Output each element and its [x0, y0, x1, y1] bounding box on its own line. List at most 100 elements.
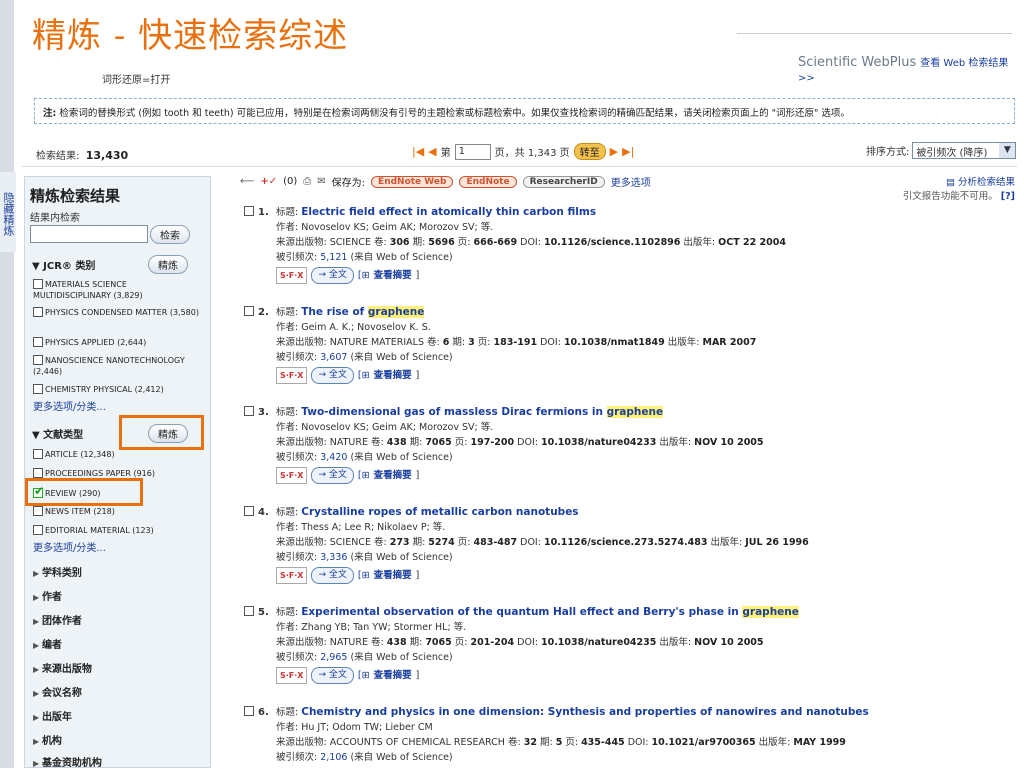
checkbox[interactable] [33, 468, 43, 478]
record-title-link[interactable]: Crystalline ropes of metallic carbon nan… [301, 506, 578, 518]
webplus-banner[interactable]: Scientific WebPlus 查看 Web 检索结果 >> [798, 54, 1024, 85]
next-page-icon[interactable]: ▶ [610, 145, 618, 158]
sfx-button[interactable]: S·F·X [276, 267, 308, 284]
checkbox[interactable] [244, 506, 254, 516]
record-number[interactable]: 1. [244, 205, 269, 220]
expand-icon[interactable]: [⊞ [358, 668, 370, 683]
sfx-button[interactable]: S·F·X [276, 467, 308, 484]
record-title-link[interactable]: Electric field effect in atomically thin… [301, 206, 596, 218]
checkbox[interactable] [244, 706, 254, 716]
checkbox[interactable] [244, 606, 254, 616]
view-abstract-link[interactable]: 查看摘要 [374, 568, 412, 583]
doctype-item[interactable]: EDITORIAL MATERIAL (123) [33, 525, 154, 536]
title-text: Experimental observation of the quantum … [301, 606, 743, 618]
doctype-section-label[interactable]: ▼ 文献类型 [32, 426, 83, 441]
page-input[interactable]: 1 [454, 143, 491, 160]
full-text-button[interactable]: → 全文 [311, 467, 354, 484]
jcr-item[interactable]: PHYSICS APPLIED (2,644) [33, 337, 205, 348]
times-cited-link[interactable]: 2,106 [320, 752, 347, 763]
email-icon[interactable]: ✉ [317, 176, 325, 187]
chevron-down-icon[interactable]: ▼ [999, 143, 1016, 158]
jcr-item-label: CHEMISTRY PHYSICAL (2,412) [45, 385, 164, 394]
record-title-link[interactable]: Chemistry and physics in one dimension: … [301, 706, 868, 718]
doctype-item[interactable]: NEWS ITEM (218) [33, 506, 115, 517]
times-cited-link[interactable]: 3,607 [320, 352, 347, 363]
last-page-icon[interactable]: ▶| [622, 145, 634, 158]
source-value: ACCOUNTS OF CHEMICAL RESEARCH [329, 737, 505, 748]
nav-conference[interactable]: 会议名称 [33, 684, 82, 699]
endnote-button[interactable]: EndNote [459, 175, 517, 188]
within-search-input[interactable] [30, 225, 148, 243]
prev-page-icon[interactable]: ◀ [428, 145, 436, 158]
checkbox[interactable] [33, 525, 43, 535]
checkbox[interactable] [244, 306, 254, 316]
marked-list-icon[interactable]: +✓ [260, 176, 277, 187]
nav-editor[interactable]: 编者 [33, 636, 62, 651]
checkbox[interactable] [33, 337, 43, 347]
checkbox[interactable] [33, 506, 43, 516]
expand-icon[interactable]: [⊞ [358, 368, 370, 383]
doctype-more-link[interactable]: 更多选项/分类... [33, 539, 106, 554]
record-number[interactable]: 4. [244, 505, 269, 520]
full-text-button[interactable]: → 全文 [311, 367, 354, 384]
nav-source[interactable]: 来源出版物 [33, 660, 92, 675]
select-arrow-icon[interactable]: ⟵ [240, 176, 254, 187]
jcr-section-label[interactable]: ▼ JCR® 类别 [32, 257, 95, 272]
sfx-button[interactable]: S·F·X [276, 667, 308, 684]
jcr-refine-button[interactable]: 精炼 [148, 255, 188, 274]
more-options-link[interactable]: 更多选项 [611, 174, 651, 189]
checkbox[interactable] [33, 355, 43, 365]
print-icon[interactable]: ⎙ [303, 176, 311, 187]
view-abstract-link[interactable]: 查看摘要 [374, 268, 412, 283]
hide-refine-tab[interactable]: 隐藏精炼 [0, 172, 16, 252]
times-cited-link[interactable]: 2,965 [320, 652, 347, 663]
jcr-item[interactable]: PHYSICS CONDENSED MATTER (3,580) [33, 307, 205, 318]
checkbox[interactable] [33, 449, 43, 459]
times-cited-link[interactable]: 5,121 [320, 252, 347, 263]
full-text-button[interactable]: → 全文 [311, 567, 354, 584]
jcr-item[interactable]: NANOSCIENCE NANOTECHNOLOGY (2,446) [33, 355, 205, 377]
record-title-link[interactable]: Experimental observation of the quantum … [301, 606, 799, 618]
goto-button[interactable]: 转至 [573, 143, 606, 160]
checkbox[interactable] [33, 307, 43, 317]
sfx-button[interactable]: S·F·X [276, 367, 308, 384]
view-abstract-link[interactable]: 查看摘要 [374, 468, 412, 483]
record-number[interactable]: 5. [244, 605, 269, 620]
expand-icon[interactable]: [⊞ [358, 268, 370, 283]
expand-icon[interactable]: [⊞ [358, 468, 370, 483]
sort-select[interactable]: 被引频次 (降序) ▼ [912, 142, 1017, 159]
nav-author[interactable]: 作者 [33, 588, 62, 603]
record-number[interactable]: 3. [244, 405, 269, 420]
view-abstract-link[interactable]: 查看摘要 [374, 368, 412, 383]
first-page-icon[interactable]: |◀ [412, 145, 424, 158]
times-cited-link[interactable]: 3,336 [320, 552, 347, 563]
endnote-web-button[interactable]: EndNote Web [371, 175, 454, 188]
jcr-item[interactable]: CHEMISTRY PHYSICAL (2,412) [33, 384, 205, 395]
record-number[interactable]: 2. [244, 305, 269, 320]
nav-institution[interactable]: 机构 [33, 732, 62, 747]
record-number[interactable]: 6. [244, 705, 269, 720]
help-link[interactable]: [?] [1001, 191, 1015, 202]
researcherid-button[interactable]: ResearcherID [522, 175, 605, 188]
jcr-item[interactable]: MATERIALS SCIENCE MULTIDISCIPLINARY (3,8… [33, 279, 205, 301]
within-search-button[interactable]: 检索 [150, 225, 190, 244]
nav-year[interactable]: 出版年 [33, 708, 72, 723]
nav-funding[interactable]: 基金资助机构 [33, 754, 102, 769]
expand-icon[interactable]: [⊞ [358, 568, 370, 583]
sfx-button[interactable]: S·F·X [276, 567, 308, 584]
record-title-link[interactable]: Two-dimensional gas of massless Dirac fe… [301, 406, 664, 418]
full-text-button[interactable]: → 全文 [311, 267, 354, 284]
checkbox[interactable] [244, 206, 254, 216]
jcr-more-link[interactable]: 更多选项/分类... [33, 398, 106, 413]
checkbox[interactable] [33, 384, 43, 394]
full-text-button[interactable]: → 全文 [311, 667, 354, 684]
times-cited-link[interactable]: 3,420 [320, 452, 347, 463]
doctype-item[interactable]: ARTICLE (12,348) [33, 449, 115, 460]
checkbox[interactable] [244, 406, 254, 416]
nav-subject[interactable]: 学科类别 [33, 564, 82, 579]
checkbox[interactable] [33, 279, 43, 289]
nav-group-author[interactable]: 团体作者 [33, 612, 82, 627]
view-abstract-link[interactable]: 查看摘要 [374, 668, 412, 683]
record-title-link[interactable]: The rise of graphene [301, 306, 425, 318]
analyze-link[interactable]: 分析检索结果 [958, 177, 1015, 188]
